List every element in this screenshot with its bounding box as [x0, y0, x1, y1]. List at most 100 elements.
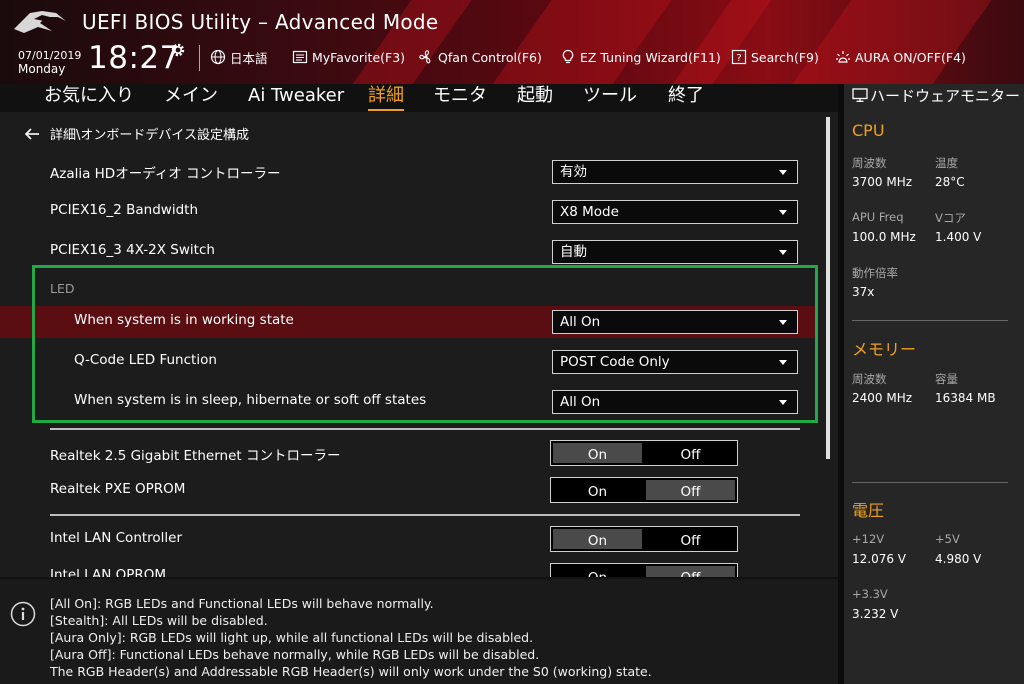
myfavorite-button[interactable]: MyFavorite(F3) — [292, 47, 405, 67]
cpu-temp-value: 28°C — [935, 175, 965, 189]
back-arrow-icon[interactable] — [24, 127, 40, 141]
rog-logo-icon — [14, 11, 66, 33]
chevron-down-icon — [779, 170, 787, 175]
language-label: 日本語 — [230, 50, 268, 66]
pciex16-2-dropdown[interactable]: X8 Mode — [552, 200, 798, 224]
realtek-eth-on[interactable]: On — [553, 443, 642, 463]
apu-freq-label: APU Freq — [852, 210, 904, 224]
intel-oprom-toggle[interactable]: On Off — [550, 563, 738, 577]
intel-oprom-on[interactable]: On — [553, 566, 642, 577]
aura-label: AURA ON/OFF(F4) — [855, 49, 966, 65]
memory-section-title: メモリー — [852, 340, 917, 359]
ez-tuning-label: EZ Tuning Wizard(F11) — [580, 49, 721, 65]
monitor-title-text: ハードウェアモニター — [870, 87, 1021, 105]
monitor-icon — [852, 88, 868, 102]
tab-main[interactable]: メイン — [164, 84, 218, 112]
qfan-label: Qfan Control(F6) — [438, 49, 542, 65]
day-text: Monday — [18, 62, 66, 76]
help-line: [Aura Off]: Functional LEDs behave norma… — [50, 647, 540, 662]
realtek-pxe-label: Realtek PXE OPROM — [50, 481, 186, 497]
gear-icon[interactable] — [170, 42, 186, 58]
cpu-section-title: CPU — [852, 121, 885, 140]
apu-freq-value: 100.0 MHz — [852, 230, 916, 244]
help-line: [All On]: RGB LEDs and Functional LEDs w… — [50, 596, 434, 611]
monitor-divider — [852, 320, 1008, 321]
section-divider — [50, 428, 800, 430]
breadcrumb: 詳細\オンボードデバイス設定構成 — [24, 124, 249, 143]
aura-light-icon — [836, 51, 850, 63]
monitor-divider — [852, 482, 1008, 483]
help-line: [Stealth]: All LEDs will be disabled. — [50, 613, 268, 628]
language-button[interactable]: 日本語 — [210, 47, 268, 67]
vcore-label: Vコア — [935, 211, 966, 225]
intel-lan-off[interactable]: Off — [646, 529, 735, 549]
globe-icon — [210, 49, 226, 65]
mem-cap-value: 16384 MB — [935, 391, 996, 405]
intel-oprom-off[interactable]: Off — [646, 566, 735, 577]
app-title: UEFI BIOS Utility – Advanced Mode — [82, 10, 439, 34]
svg-text:?: ? — [736, 53, 741, 64]
v12-label: +12V — [852, 532, 885, 546]
monitor-title: ハードウェアモニター — [852, 87, 1020, 105]
tab-advanced[interactable]: 詳細 — [368, 84, 404, 112]
help-line: The RGB Header(s) and Addressable RGB He… — [50, 664, 652, 679]
settings-panel: 詳細\オンボードデバイス設定構成 Azalia HDオーディオ コントローラー … — [0, 112, 838, 577]
section-divider — [50, 514, 800, 516]
v33-value: 3.232 V — [852, 607, 899, 621]
realtek-eth-label: Realtek 2.5 Gigabit Ethernet コントローラー — [50, 448, 341, 464]
azalia-value: 有効 — [560, 164, 587, 180]
favorite-list-icon — [292, 50, 308, 64]
pciex16-3-label: PCIEX16_3 4X-2X Switch — [50, 242, 215, 258]
tab-monitor[interactable]: モニタ — [433, 84, 487, 112]
mem-freq-label: 周波数 — [852, 372, 887, 386]
main-menu-bar: お気に入り メイン Ai Tweaker 詳細 モニタ 起動 ツール 終了 — [0, 84, 838, 112]
hardware-monitor-panel: ハードウェアモニター CPU 周波数 温度 3700 MHz 28°C APU … — [844, 84, 1024, 684]
cpu-freq-label: 周波数 — [852, 156, 887, 170]
intel-oprom-label: Intel LAN OPROM — [50, 567, 167, 577]
realtek-pxe-off[interactable]: Off — [646, 480, 735, 500]
aura-toggle-button[interactable]: AURA ON/OFF(F4) — [835, 47, 966, 67]
ez-tuning-wizard-button[interactable]: EZ Tuning Wizard(F11) — [560, 47, 721, 67]
realtek-eth-off[interactable]: Off — [646, 443, 735, 463]
ratio-label: 動作倍率 — [852, 266, 898, 280]
pciex16-2-label: PCIEX16_2 Bandwidth — [50, 202, 199, 218]
tab-ai-tweaker[interactable]: Ai Tweaker — [248, 84, 344, 112]
pciex16-3-dropdown[interactable]: 自動 — [552, 240, 798, 264]
azalia-label: Azalia HDオーディオ コントローラー — [50, 166, 281, 182]
scrollbar[interactable] — [826, 117, 830, 459]
voltage-section-title: 電圧 — [852, 501, 885, 520]
tab-boot[interactable]: 起動 — [517, 84, 553, 112]
clock-time: 18:27 — [88, 40, 180, 76]
info-icon — [10, 601, 36, 627]
realtek-pxe-on[interactable]: On — [553, 480, 642, 500]
intel-lan-toggle[interactable]: On Off — [550, 526, 738, 552]
tab-exit[interactable]: 終了 — [668, 84, 704, 112]
mem-cap-label: 容量 — [935, 372, 958, 386]
azalia-dropdown[interactable]: 有効 — [552, 160, 798, 184]
intel-lan-label: Intel LAN Controller — [50, 530, 183, 546]
v5-label: +5V — [935, 532, 960, 546]
tab-favorites[interactable]: お気に入り — [44, 84, 134, 112]
breadcrumb-path: 詳細\オンボードデバイス設定構成 — [50, 128, 249, 143]
qfan-control-button[interactable]: Qfan Control(F6) — [418, 47, 542, 67]
intel-lan-on[interactable]: On — [553, 529, 642, 549]
help-line: [Aura Only]: RGB LEDs will light up, whi… — [50, 630, 534, 645]
header-divider — [199, 45, 200, 71]
mem-freq-value: 2400 MHz — [852, 391, 913, 405]
search-help-icon: ? — [731, 49, 747, 65]
cpu-temp-label: 温度 — [935, 156, 958, 170]
v12-value: 12.076 V — [852, 552, 907, 566]
search-button[interactable]: ? Search(F9) — [731, 47, 819, 67]
pciex16-3-value: 自動 — [560, 244, 587, 260]
led-annotation-box — [32, 265, 818, 423]
myfavorite-label: MyFavorite(F3) — [312, 49, 406, 65]
chevron-down-icon — [779, 250, 787, 255]
chevron-down-icon — [779, 210, 787, 215]
realtek-eth-toggle[interactable]: On Off — [550, 440, 738, 466]
realtek-pxe-toggle[interactable]: On Off — [550, 477, 738, 503]
v5-value: 4.980 V — [935, 552, 982, 566]
lightbulb-icon — [562, 49, 574, 64]
v33-label: +3.3V — [852, 587, 888, 601]
date-text: 07/01/2019 — [18, 49, 82, 62]
tab-tool[interactable]: ツール — [583, 84, 637, 112]
